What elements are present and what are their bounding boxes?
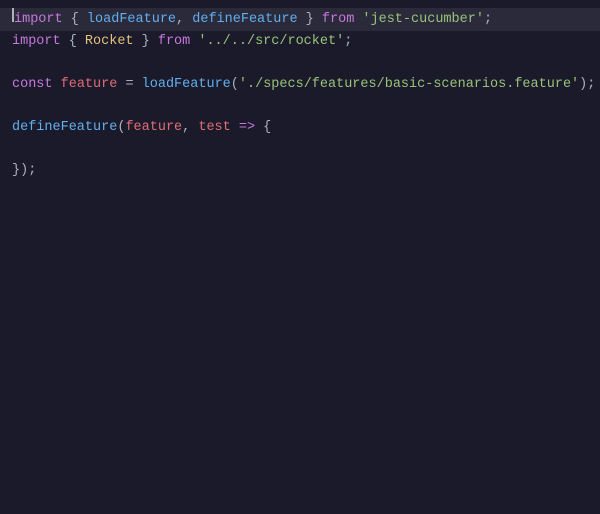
code-line-5	[0, 95, 600, 117]
code-line-1: import { loadFeature, defineFeature } fr…	[0, 8, 600, 31]
token-space-3	[53, 74, 61, 96]
token-string-feature-path: './specs/features/basic-scenarios.featur…	[239, 74, 579, 96]
token-paren-open: (	[231, 74, 239, 96]
token-arrow: =>	[239, 117, 255, 139]
code-line-3	[0, 52, 600, 74]
token-plain: {	[63, 9, 87, 31]
token-space-arrow	[231, 117, 239, 139]
token-string-jest: 'jest-cucumber'	[362, 9, 484, 31]
token-space-1	[354, 9, 362, 31]
token-comma-1: ,	[176, 9, 192, 31]
token-assign: =	[117, 74, 141, 96]
token-paren-close-semi: );	[579, 74, 595, 96]
token-import-1: import	[14, 9, 63, 31]
token-const: const	[12, 74, 53, 96]
token-semi-2: ;	[344, 31, 352, 53]
code-line-4: const feature = loadFeature('./specs/fea…	[0, 74, 600, 96]
token-close-block: });	[12, 160, 36, 182]
token-rocket: Rocket	[85, 31, 134, 53]
token-from-1: from	[322, 9, 354, 31]
token-space-2	[190, 31, 198, 53]
token-import-2: import	[12, 31, 61, 53]
token-loadfeature-call: loadFeature	[142, 74, 231, 96]
token-definefeature: defineFeature	[192, 9, 297, 31]
token-comma-2: ,	[182, 117, 198, 139]
code-line-2: import { Rocket } from '../../src/rocket…	[0, 31, 600, 53]
code-editor: import { loadFeature, defineFeature } fr…	[0, 0, 600, 514]
code-line-6: defineFeature(feature, test => {	[0, 117, 600, 139]
code-line-8: });	[0, 160, 600, 182]
token-from-2: from	[158, 31, 190, 53]
token-brace-close-2: }	[134, 31, 158, 53]
token-brace-close-1: }	[298, 9, 322, 31]
token-paren-open-2: (	[117, 117, 125, 139]
token-definefeature-call: defineFeature	[12, 117, 117, 139]
code-line-7	[0, 139, 600, 161]
token-semi-1: ;	[484, 9, 492, 31]
token-test-arg: test	[198, 117, 230, 139]
token-string-rocket: '../../src/rocket'	[198, 31, 344, 53]
token-space-brace: {	[255, 117, 271, 139]
token-feature-var: feature	[61, 74, 118, 96]
token-plain-2: {	[61, 31, 85, 53]
token-loadfeature: loadFeature	[87, 9, 176, 31]
token-feature-arg: feature	[125, 117, 182, 139]
